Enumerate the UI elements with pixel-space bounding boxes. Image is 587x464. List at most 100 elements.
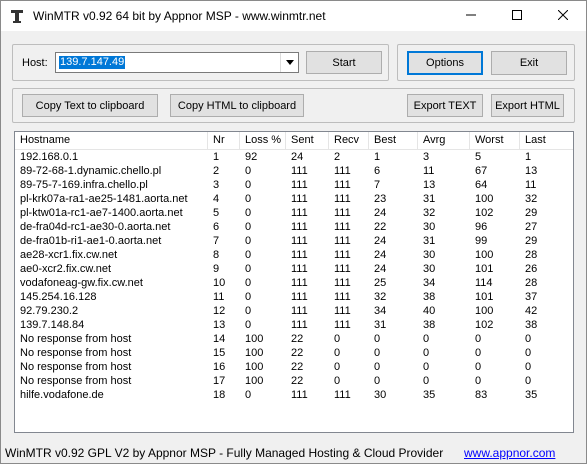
table-cell: 31 [423,235,436,247]
column-header[interactable]: Recv [329,132,369,149]
table-cell: 111 [291,193,308,205]
appnor-link[interactable]: www.appnor.com [464,446,555,460]
table-cell: pl-ktw01a-rc1-ae7-1400.aorta.net [20,207,183,219]
column-header[interactable]: Avrg [418,132,470,149]
table-cell: 0 [245,179,252,191]
table-cell: 30 [423,221,436,233]
table-cell: 0 [245,165,252,177]
export-text-button[interactable]: Export TEXT [407,94,483,117]
table-cell: 99 [475,235,488,247]
table-cell: 102 [475,319,494,331]
table-cell: 0 [245,207,252,219]
table-cell: 96 [475,221,488,233]
host-combobox[interactable]: 139.7.147.49 [55,52,299,73]
table-cell: 92.79.230.2 [20,305,79,317]
table-cell: 11 [525,179,537,191]
table-cell: 0 [423,347,430,359]
table-row[interactable]: vodafoneag-gw.fix.cw.net 10 0 111 111 25 34 114… [15,276,573,290]
table-cell: 111 [291,305,308,317]
table-cell: ae0-xcr2.fix.cw.net [20,263,112,275]
table-cell: 145.254.16.128 [20,291,97,303]
export-html-button[interactable]: Export HTML [491,94,564,117]
host-input-value[interactable]: 139.7.147.49 [59,56,126,69]
column-header[interactable]: Sent [286,132,329,149]
results-table[interactable]: Hostname Nr Loss % Sent Recv Best Avrg Worst Las… [14,131,574,433]
table-cell: 34 [374,305,387,317]
table-cell: 29 [525,207,538,219]
table-cell: 111 [334,165,351,177]
table-cell: 0 [525,361,532,373]
table-cell: 111 [291,221,308,233]
table-cell: 30 [423,249,436,261]
table-cell: 25 [374,277,387,289]
table-cell: 22 [374,221,387,233]
table-row[interactable]: ae28-xcr1.fix.cw.net 8 0 111 111 24 30 100 28 [15,248,573,262]
table-cell: 38 [525,319,538,331]
table-row[interactable]: de-fra04d-rc1-ae30-0.aorta.net 6 0 111 111 22… [15,220,573,234]
table-row[interactable]: pl-krk07a-ra1-ae25-1481.aorta.net 4 0 111 11… [15,192,573,206]
column-header[interactable]: Best [369,132,418,149]
copy-text-button[interactable]: Copy Text to clipboard [22,94,158,117]
table-cell: 0 [334,375,341,387]
minimize-button[interactable] [448,1,494,31]
table-cell: No response from host [20,347,132,359]
table-row[interactable]: No response from host 17 100 22 0 0 0 0 0 [15,374,573,388]
table-cell: 22 [291,347,304,359]
table-cell: 3 [213,179,220,191]
table-cell: 139.7.148.84 [20,319,85,331]
table-cell: 111 [334,305,351,317]
table-cell: 7 [213,235,220,247]
column-header[interactable]: Worst [470,132,520,149]
table-row[interactable]: de-fra01b-ri1-ae1-0.aorta.net 7 0 111 111 24 3… [15,234,573,248]
exit-button[interactable]: Exit [491,51,567,75]
start-button[interactable]: Start [306,51,382,74]
table-cell: 100 [245,333,264,345]
maximize-button[interactable] [494,1,540,31]
table-row[interactable]: No response from host 14 100 22 0 0 0 0 0 [15,332,573,346]
dropdown-arrow-icon[interactable] [280,53,298,72]
options-button[interactable]: Options [407,51,483,75]
table-row[interactable]: No response from host 16 100 22 0 0 0 0 0 [15,360,573,374]
table-cell: 14 [213,333,226,345]
table-row[interactable]: 145.254.16.128 11 0 111 111 32 38 101 37 [15,290,573,304]
table-cell: 37 [525,291,538,303]
table-row[interactable]: 92.79.230.2 12 0 111 111 34 40 100 42 [15,304,573,318]
table-row[interactable]: No response from host 15 100 22 0 0 0 0 0 [15,346,573,360]
column-header[interactable]: Nr [208,132,240,149]
table-cell: 0 [475,375,482,387]
column-header[interactable]: Last [520,132,573,149]
table-row[interactable]: pl-ktw01a-rc1-ae7-1400.aorta.net 5 0 111 111… [15,206,573,220]
table-cell: 24 [291,151,304,163]
table-cell: 0 [245,249,252,261]
close-button[interactable] [540,1,586,31]
table-cell: 111 [334,291,351,303]
column-header[interactable]: Hostname [15,132,208,149]
copy-html-button[interactable]: Copy HTML to clipboard [170,94,304,117]
table-cell: 0 [245,235,252,247]
table-cell: 40 [423,305,436,317]
title-bar: WinMTR v0.92 64 bit by Appnor MSP - www.… [1,1,586,31]
table-cell: 22 [291,375,304,387]
table-cell: 5 [213,207,220,219]
table-cell: 192.168.0.1 [20,151,79,163]
table-cell: 111 [334,277,351,289]
table-row[interactable]: hilfe.vodafone.de 18 0 111 111 30 35 83 35 [15,388,573,402]
table-row[interactable]: 192.168.0.1 1 92 24 2 1 3 5 1 [15,150,573,164]
table-cell: 100 [475,249,494,261]
table-row[interactable]: ae0-xcr2.fix.cw.net 9 0 111 111 24 30 101 26 [15,262,573,276]
table-cell: 114 [475,277,493,289]
winmtr-window: WinMTR v0.92 64 bit by Appnor MSP - www.… [0,0,587,464]
table-cell: 101 [475,263,494,275]
table-cell: 16 [213,361,226,373]
table-cell: 111 [334,249,351,261]
column-header[interactable]: Loss % [240,132,286,149]
table-row[interactable]: 89-72-68-1.dynamic.chello.pl 2 0 111 111 6 11 6… [15,164,573,178]
table-row[interactable]: 139.7.148.84 13 0 111 111 31 38 102 38 [15,318,573,332]
table-cell: ae28-xcr1.fix.cw.net [20,249,118,261]
minimize-icon [466,10,476,23]
table-cell: 0 [475,347,482,359]
table-cell: 83 [475,389,488,401]
table-cell: 28 [525,249,538,261]
table-row[interactable]: 89-75-7-169.infra.chello.pl 3 0 111 111 7 13 64… [15,178,573,192]
table-cell: pl-krk07a-ra1-ae25-1481.aorta.net [20,193,188,205]
